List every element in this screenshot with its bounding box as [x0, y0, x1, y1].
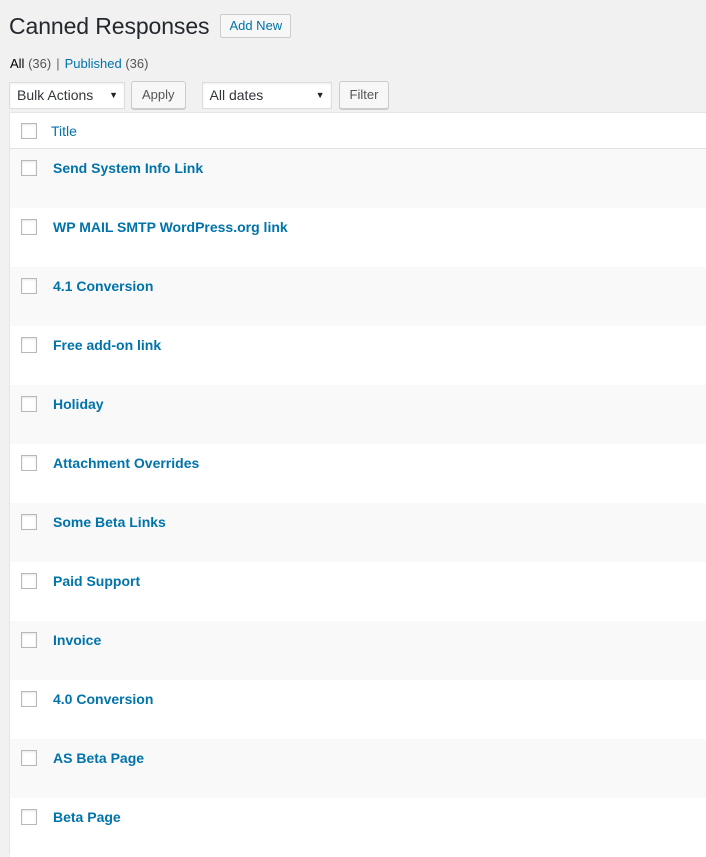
page-title: Canned Responses — [9, 13, 210, 39]
row-checkbox[interactable] — [21, 750, 37, 766]
filter-button[interactable]: Filter — [338, 81, 390, 109]
row-title-link[interactable]: Free add-on link — [53, 336, 161, 354]
row-title-link[interactable]: Paid Support — [53, 572, 140, 590]
bulk-actions-select[interactable]: Bulk Actions ▼ — [9, 81, 125, 109]
view-published-label: Published — [64, 56, 122, 71]
row-title-link[interactable]: 4.0 Conversion — [53, 690, 153, 708]
row-checkbox[interactable] — [21, 337, 37, 353]
date-filter-value: All dates — [209, 87, 264, 103]
row-title-link[interactable]: Send System Info Link — [53, 159, 203, 177]
table-row: WP MAIL SMTP WordPress.org link — [10, 208, 706, 267]
view-all[interactable]: All (36) — [10, 56, 51, 71]
row-checkbox[interactable] — [21, 160, 37, 176]
row-title-link[interactable]: Holiday — [53, 395, 104, 413]
table-row: Holiday — [10, 385, 706, 444]
row-title-link[interactable]: AS Beta Page — [53, 749, 144, 767]
column-title-sort[interactable]: Title — [51, 123, 77, 139]
row-checkbox[interactable] — [21, 278, 37, 294]
select-all-checkbox[interactable] — [21, 122, 37, 139]
table-row: Attachment Overrides — [10, 444, 706, 503]
row-title-link[interactable]: 4.1 Conversion — [53, 277, 153, 295]
chevron-down-icon: ▼ — [109, 90, 118, 100]
chevron-down-icon: ▼ — [315, 90, 325, 100]
table-row: AS Beta Page — [10, 739, 706, 798]
table-row: 4.1 Conversion — [10, 267, 706, 326]
view-published-count: (36) — [125, 56, 149, 71]
table-header: Title — [10, 113, 706, 149]
table-body: Send System Info Link WP MAIL SMTP WordP… — [10, 149, 706, 857]
table-row: Paid Support — [10, 562, 706, 621]
tablenav-top: Bulk Actions ▼ Apply All dates ▼ Filter — [9, 81, 390, 109]
row-title-link[interactable]: Attachment Overrides — [53, 454, 199, 472]
view-all-count: (36) — [28, 56, 52, 71]
apply-button[interactable]: Apply — [131, 81, 186, 109]
add-new-button[interactable]: Add New — [220, 14, 292, 38]
row-title-link[interactable]: Beta Page — [53, 808, 121, 826]
row-title-link[interactable]: Invoice — [53, 631, 101, 649]
view-separator: | — [56, 56, 60, 71]
table-row: 4.0 Conversion — [10, 680, 706, 739]
row-checkbox[interactable] — [21, 573, 37, 589]
view-filters: All (36) | Published (36) — [10, 56, 148, 71]
row-checkbox[interactable] — [21, 809, 37, 825]
view-published[interactable]: Published (36) — [65, 56, 149, 71]
date-filter-select[interactable]: All dates ▼ — [201, 81, 332, 109]
table-row: Some Beta Links — [10, 503, 706, 562]
row-checkbox[interactable] — [21, 396, 37, 412]
table-row: Free add-on link — [10, 326, 706, 385]
row-title-link[interactable]: Some Beta Links — [53, 513, 166, 531]
table-row: Send System Info Link — [10, 149, 706, 208]
row-checkbox[interactable] — [21, 219, 37, 235]
table-row: Invoice — [10, 621, 706, 680]
bulk-actions-value: Bulk Actions — [17, 87, 94, 103]
row-title-link[interactable]: WP MAIL SMTP WordPress.org link — [53, 218, 288, 236]
row-checkbox[interactable] — [21, 691, 37, 707]
page-header: Canned Responses Add New — [9, 10, 292, 42]
row-checkbox[interactable] — [21, 632, 37, 648]
row-checkbox[interactable] — [21, 514, 37, 530]
view-all-label: All — [10, 56, 25, 71]
responses-table: Title Send System Info Link WP MAIL SMTP… — [9, 112, 706, 857]
row-checkbox[interactable] — [21, 455, 37, 471]
table-row: Beta Page — [10, 798, 706, 857]
